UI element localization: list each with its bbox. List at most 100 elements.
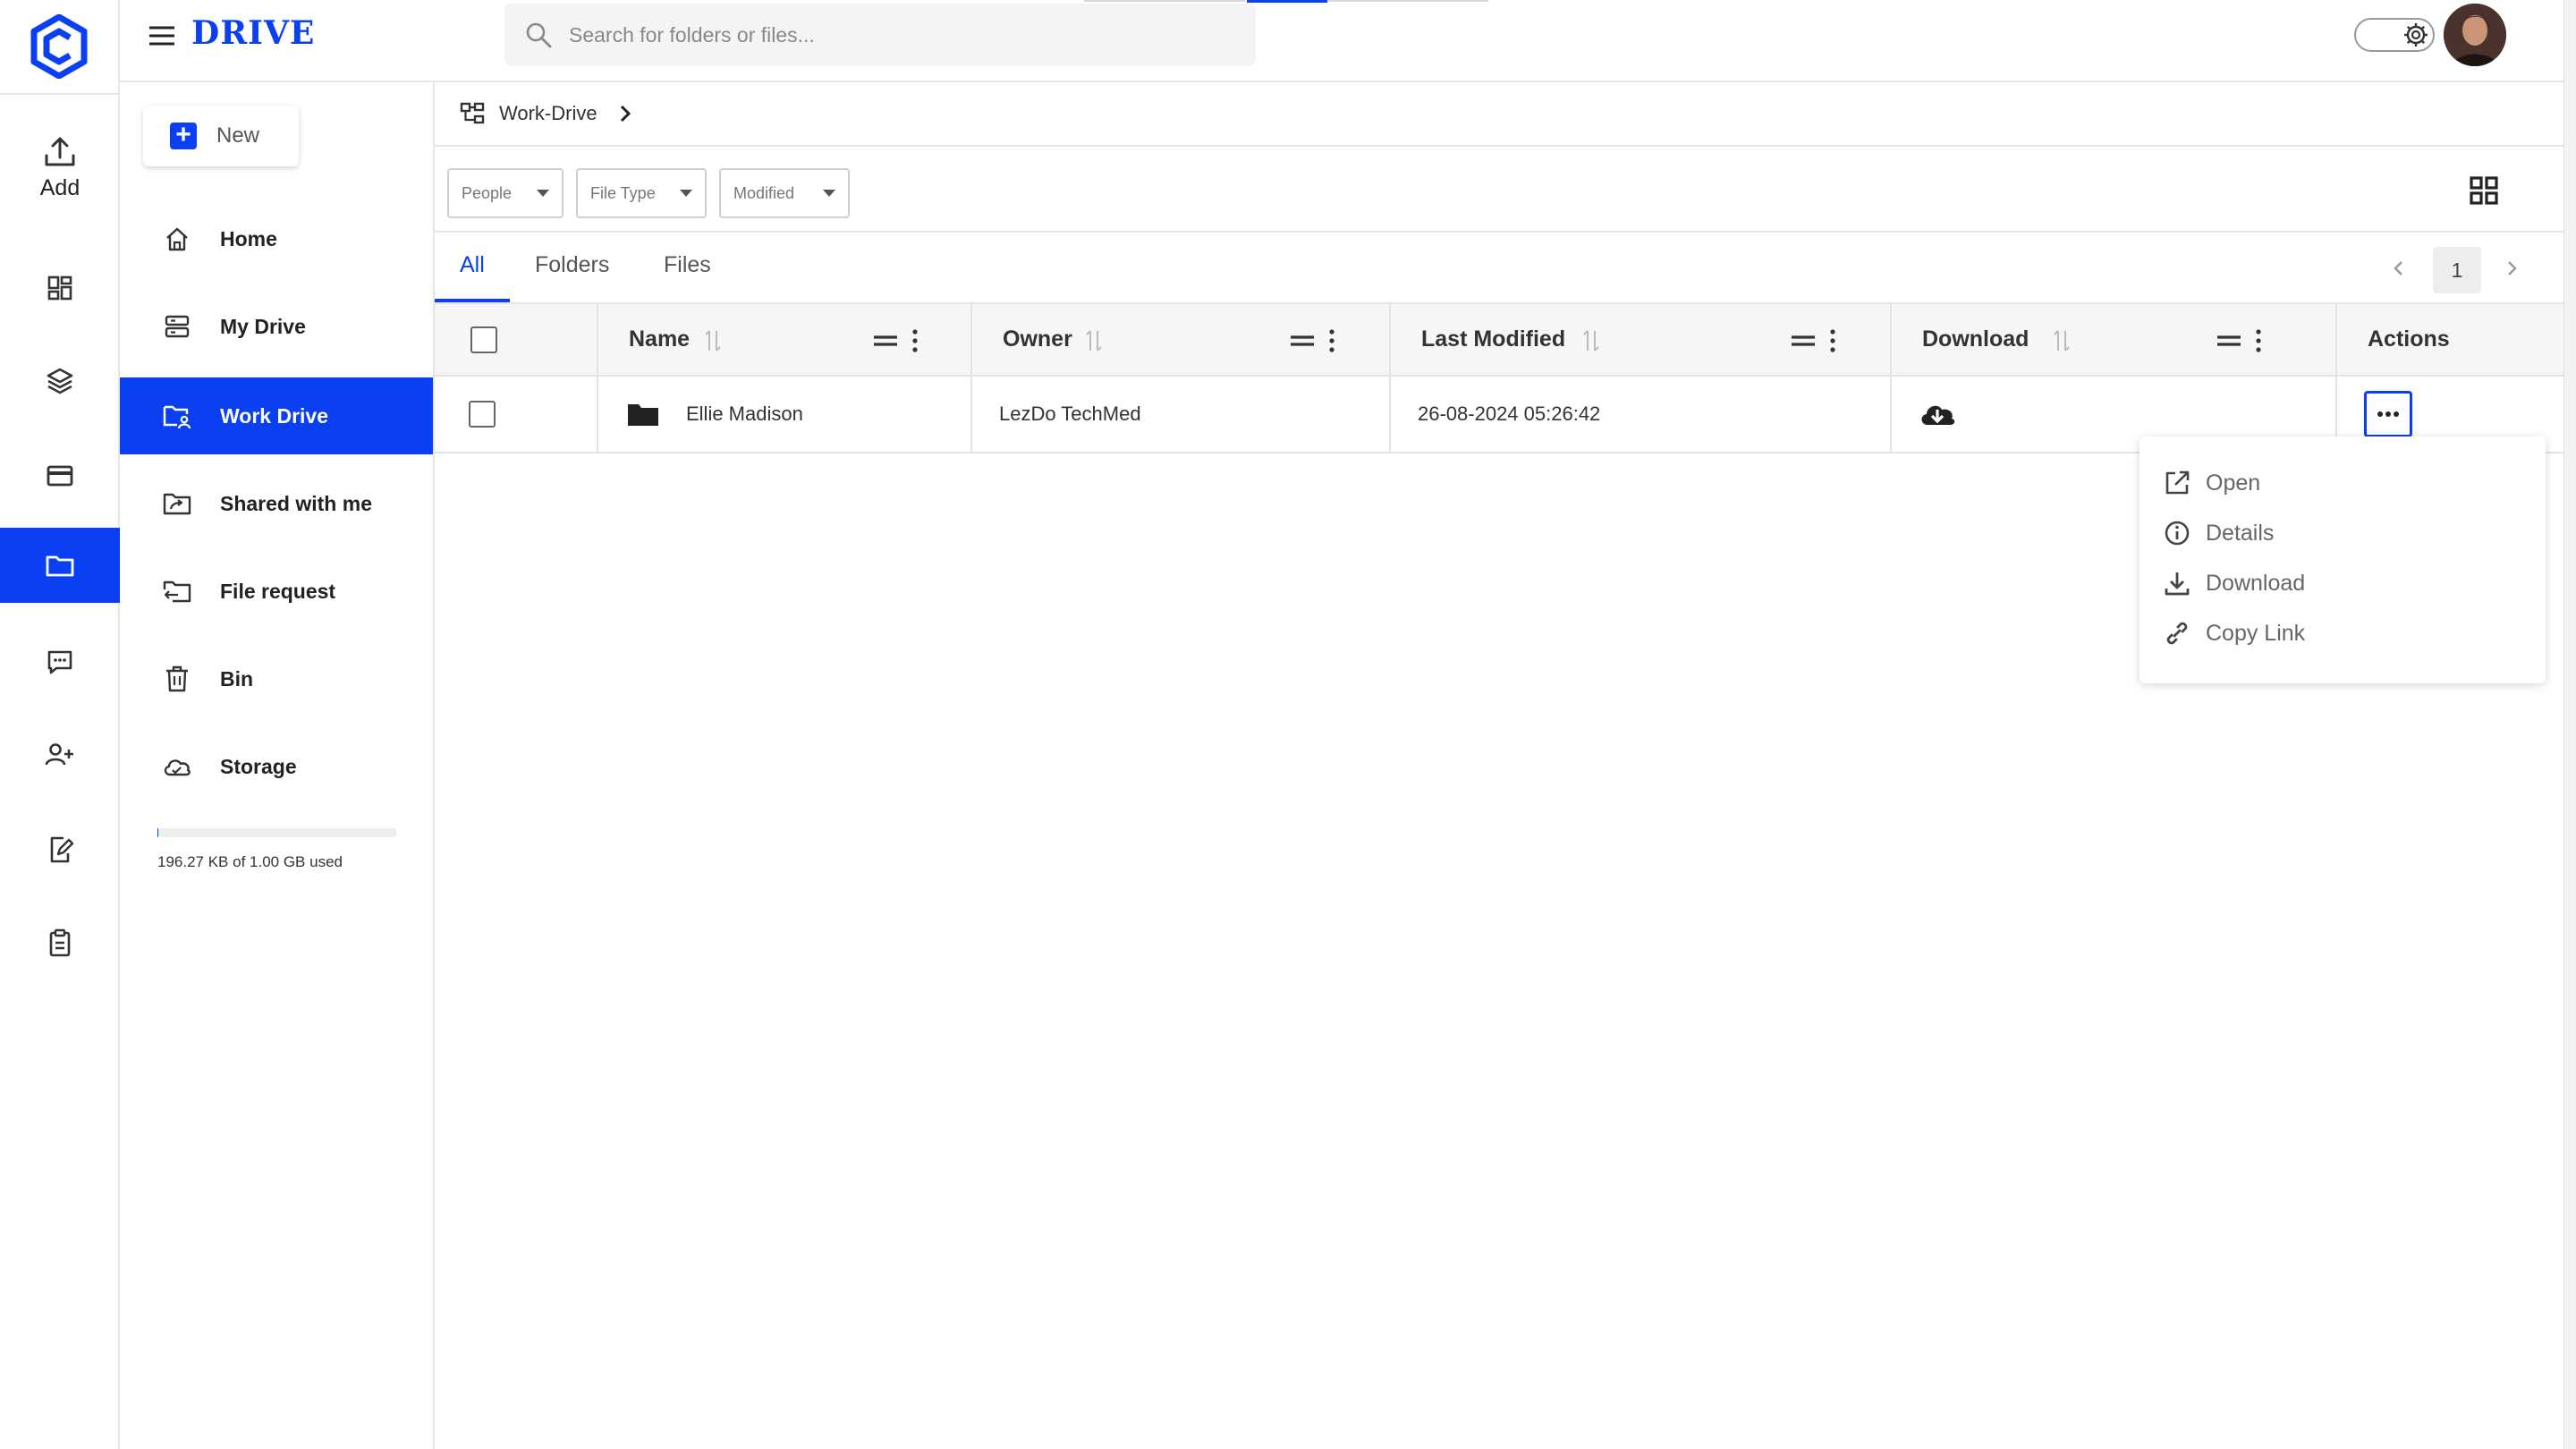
file-type-filter[interactable]: File Type [576,168,707,218]
new-button[interactable]: + New [143,106,299,166]
column-header-name[interactable]: Name [597,304,972,377]
sidebar-item-storage[interactable]: Storage [120,728,433,805]
rail-add-button[interactable]: Add [0,134,120,206]
gear-icon [2402,21,2429,48]
sidebar-item-file-request[interactable]: File request [120,553,433,630]
sort-icon[interactable] [1582,327,1600,354]
tab-files[interactable]: Files [664,252,711,278]
row-actions-button[interactable] [2364,391,2412,437]
open-external-icon [2165,470,2190,495]
theme-toggle[interactable] [2354,18,2435,52]
search-input[interactable] [569,22,1195,47]
modified-filter-label: Modified [733,183,795,202]
page-scrollbar[interactable] [2563,0,2576,1449]
top-progress-track [1084,0,1245,2]
work-drive-icon [161,400,193,432]
rail-clipboard-button[interactable] [0,905,120,980]
active-tab-indicator [435,299,510,302]
modified-filter[interactable]: Modified [719,168,850,218]
sort-icon[interactable] [704,327,722,354]
caret-down-icon [823,190,835,197]
folder-icon [628,404,658,426]
view-tabs: All Folders Files 1 [435,233,2563,304]
column-header-label: Last Modified [1421,326,1566,352]
people-filter[interactable]: People [447,168,564,218]
sidebar-item-label: File request [220,579,336,603]
menu-item-copy-link[interactable]: Copy Link [2163,614,2305,653]
sidebar-item-shared-with-me[interactable]: Shared with me [120,465,433,542]
file-name[interactable]: Ellie Madison [686,402,803,426]
sitemap-icon [460,102,485,124]
file-request-icon [161,575,193,607]
sidebar-item-label: Bin [220,666,254,691]
avatar[interactable] [2444,4,2506,66]
menu-toggle-button[interactable] [148,25,175,47]
grid-view-button[interactable] [2469,175,2499,206]
more-horizontal-icon [2377,411,2399,417]
home-icon [161,223,193,255]
column-menu-icon[interactable] [872,326,920,356]
column-header-download[interactable]: Download [1891,304,2337,377]
column-menu-icon[interactable] [1790,326,1838,356]
rail-users-button[interactable] [0,717,120,792]
column-header-label: Name [629,326,691,352]
next-page-button[interactable] [2501,256,2522,281]
tab-all[interactable]: All [460,252,485,278]
rail-layers-button[interactable] [0,343,120,419]
caret-down-icon [537,190,549,197]
breadcrumb: Work-Drive [435,82,2563,147]
files-table: Name Owner Last Modified Download Action… [435,304,2563,453]
row-select-cell [435,376,598,453]
main-content: Work-Drive People File Type Modified All… [435,82,2563,1449]
sidebar-item-label: Work Drive [220,403,329,428]
menu-item-download[interactable]: Download [2163,564,2305,603]
sort-icon[interactable] [1085,327,1103,354]
breadcrumb-item-work-drive[interactable]: Work-Drive [499,102,597,125]
search-bar[interactable] [504,4,1256,66]
app-rail: Add [0,0,120,1449]
column-header-owner[interactable]: Owner [971,304,1391,377]
sidebar-item-my-drive[interactable]: My Drive [120,288,433,365]
link-icon [2166,622,2188,645]
rail-card-button[interactable] [0,438,120,513]
menu-item-details[interactable]: Details [2163,513,2274,553]
top-header: DRIVE [120,0,2576,82]
owner-cell: LezDo TechMed [971,376,1391,453]
previous-page-button[interactable] [2388,256,2410,281]
app-logo-icon[interactable] [30,14,88,79]
sort-icon[interactable] [2053,327,2071,354]
column-header-last-modified[interactable]: Last Modified [1390,304,1892,377]
name-cell[interactable]: Ellie Madison [597,376,972,453]
current-page-number[interactable]: 1 [2433,247,2481,293]
cloud-download-icon[interactable] [1919,400,1956,428]
rail-add-label: Add [39,175,80,200]
rail-chat-button[interactable] [0,624,120,699]
select-all-checkbox[interactable] [470,326,497,353]
column-menu-icon[interactable] [1289,326,1337,356]
menu-item-label: Copy Link [2206,620,2306,646]
column-menu-icon[interactable] [2216,326,2264,356]
tab-folders[interactable]: Folders [535,252,609,278]
sidebar-item-home[interactable]: Home [120,200,433,277]
select-all-header [435,304,598,377]
row-checkbox[interactable] [469,401,496,428]
rail-folder-button[interactable] [0,528,120,603]
chat-icon [47,650,72,674]
new-button-label: New [216,123,260,148]
last-modified-cell: 26-08-2024 05:26:42 [1390,376,1892,453]
rail-dashboard-button[interactable] [0,250,120,326]
info-icon [2165,521,2190,546]
menu-item-label: Open [2206,470,2261,496]
caret-down-icon [680,190,692,197]
menu-item-open[interactable]: Open [2163,463,2260,503]
top-progress-indicator [1247,0,1327,3]
sidebar-item-work-drive[interactable]: Work Drive [120,377,433,454]
column-header-label: Download [1922,326,2029,352]
filter-bar: People File Type Modified [435,147,2563,233]
sidebar-item-bin[interactable]: Bin [120,640,433,717]
search-icon [526,22,552,48]
sidebar-item-label: Home [220,226,277,250]
rail-document-button[interactable] [0,812,120,887]
column-header-actions: Actions [2336,304,2563,377]
upload-icon [45,137,75,166]
